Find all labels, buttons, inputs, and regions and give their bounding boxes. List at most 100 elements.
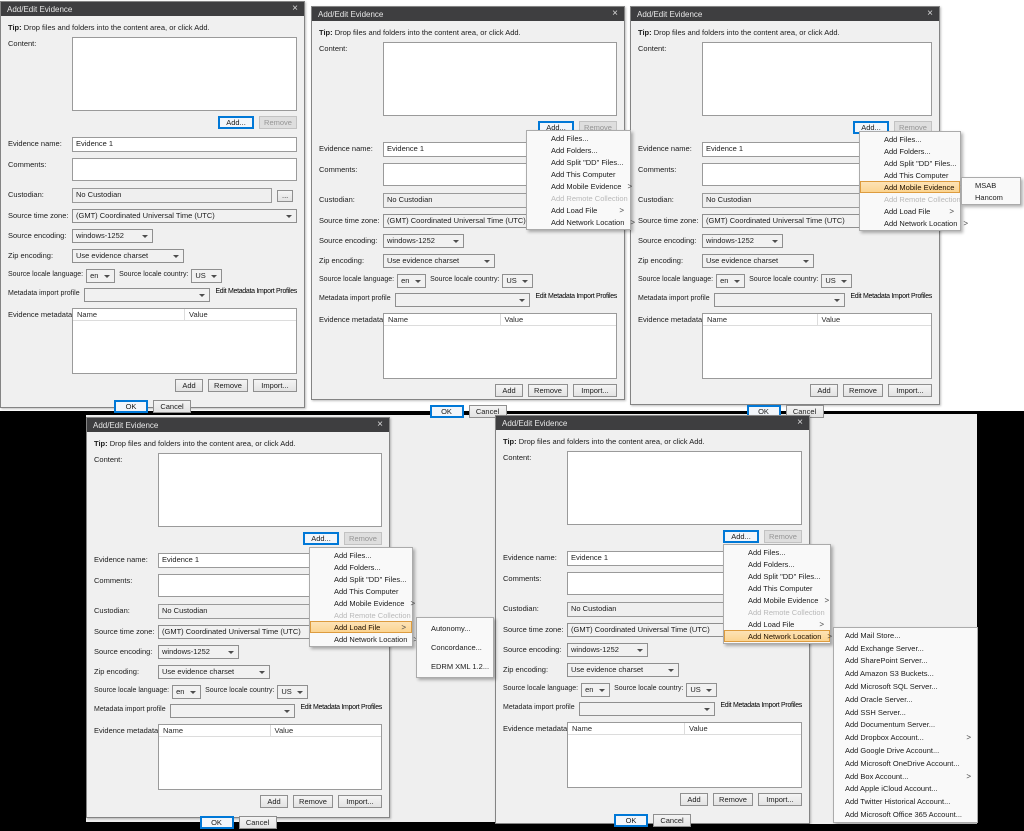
submenu-item-add-sharepoint-server[interactable]: Add SharePoint Server...	[834, 655, 977, 668]
ok-button[interactable]: OK	[200, 816, 234, 829]
content-drop-area[interactable]	[567, 451, 802, 525]
menu-item-add-files[interactable]: Add Files...	[860, 133, 960, 145]
source-locale-language-select[interactable]: en	[716, 274, 745, 288]
submenu-item-add-google-drive-account[interactable]: Add Google Drive Account...	[834, 744, 977, 757]
add-button[interactable]: Add...	[723, 530, 759, 543]
metadata-import-profile-select[interactable]	[170, 704, 296, 718]
metadata-add-button[interactable]: Add	[680, 793, 708, 806]
dialog-titlebar[interactable]: Add/Edit Evidence ×	[312, 7, 624, 21]
metadata-import-profile-select[interactable]	[714, 293, 846, 307]
menu-item-add-load-file[interactable]: Add Load File>	[724, 618, 830, 630]
custodian-browse-button[interactable]: ...	[277, 190, 293, 202]
close-icon[interactable]: ×	[292, 4, 298, 14]
menu-item-add-load-file[interactable]: Add Load File>	[310, 621, 412, 633]
evidence-metadata-table[interactable]: Name Value	[383, 313, 617, 379]
zip-encoding-select[interactable]: Use evidence charset	[72, 249, 184, 263]
submenu-item-add-microsoft-office-365-account[interactable]: Add Microsoft Office 365 Account...	[834, 808, 977, 821]
metadata-import-profile-select[interactable]	[395, 293, 531, 307]
metadata-import-profile-select[interactable]	[579, 702, 716, 716]
metadata-import-button[interactable]: Import...	[338, 795, 382, 808]
menu-item-add-split-dd-files[interactable]: Add Split "DD" Files...	[310, 573, 412, 585]
metadata-remove-button[interactable]: Remove	[713, 793, 753, 806]
zip-encoding-select[interactable]: Use evidence charset	[702, 254, 814, 268]
submenu-item-add-oracle-server[interactable]: Add Oracle Server...	[834, 693, 977, 706]
edit-metadata-import-profiles-link[interactable]: Edit Metadata Import Profiles	[215, 288, 297, 295]
close-icon[interactable]: ×	[612, 9, 618, 19]
add-button[interactable]: Add...	[303, 532, 339, 545]
source-encoding-select[interactable]: windows-1252	[702, 234, 783, 248]
close-icon[interactable]: ×	[377, 420, 383, 430]
source-locale-country-select[interactable]: US	[821, 274, 852, 288]
source-locale-language-select[interactable]: en	[581, 683, 610, 697]
metadata-remove-button[interactable]: Remove	[528, 384, 568, 397]
source-encoding-select[interactable]: windows-1252	[567, 643, 648, 657]
source-time-zone-select[interactable]: (GMT) Coordinated Universal Time (UTC)	[72, 209, 297, 223]
menu-item-add-this-computer[interactable]: Add This Computer	[860, 169, 960, 181]
menu-item-add-files[interactable]: Add Files...	[724, 546, 830, 558]
close-icon[interactable]: ×	[927, 9, 933, 19]
menu-item-add-mobile-evidence[interactable]: Add Mobile Evidence>	[724, 594, 830, 606]
edit-metadata-import-profiles-link[interactable]: Edit Metadata Import Profiles	[850, 293, 932, 300]
menu-item-add-this-computer[interactable]: Add This Computer	[724, 582, 830, 594]
add-button[interactable]: Add...	[218, 116, 254, 129]
menu-item-add-network-location[interactable]: Add Network Location>	[860, 217, 960, 229]
menu-item-add-load-file[interactable]: Add Load File>	[860, 205, 960, 217]
menu-item-add-folders[interactable]: Add Folders...	[724, 558, 830, 570]
ok-button[interactable]: OK	[114, 400, 148, 413]
menu-item-add-network-location[interactable]: Add Network Location>	[310, 633, 412, 645]
dialog-titlebar[interactable]: Add/Edit Evidence ×	[1, 2, 304, 16]
source-encoding-select[interactable]: windows-1252	[158, 645, 239, 659]
source-locale-country-select[interactable]: US	[191, 269, 222, 283]
menu-item-add-folders[interactable]: Add Folders...	[527, 144, 630, 156]
menu-item-add-network-location[interactable]: Add Network Location>	[724, 630, 830, 642]
content-drop-area[interactable]	[158, 453, 382, 527]
menu-item-add-folders[interactable]: Add Folders...	[860, 145, 960, 157]
metadata-remove-button[interactable]: Remove	[843, 384, 883, 397]
menu-item-add-network-location[interactable]: Add Network Location>	[527, 216, 630, 228]
edit-metadata-import-profiles-link[interactable]: Edit Metadata Import Profiles	[720, 702, 802, 709]
evidence-metadata-table[interactable]: Name Value	[702, 313, 932, 379]
submenu-item-add-microsoft-sql-server[interactable]: Add Microsoft SQL Server...	[834, 680, 977, 693]
source-locale-language-select[interactable]: en	[86, 269, 115, 283]
content-drop-area[interactable]	[72, 37, 297, 111]
source-encoding-select[interactable]: windows-1252	[72, 229, 153, 243]
metadata-import-button[interactable]: Import...	[253, 379, 297, 392]
metadata-add-button[interactable]: Add	[260, 795, 288, 808]
source-locale-language-select[interactable]: en	[397, 274, 426, 288]
menu-item-add-this-computer[interactable]: Add This Computer	[310, 585, 412, 597]
evidence-metadata-table[interactable]: Name Value	[567, 722, 802, 788]
menu-item-add-mobile-evidence[interactable]: Add Mobile Evidence>	[527, 180, 630, 192]
evidence-metadata-table[interactable]: Name Value	[158, 724, 382, 790]
dialog-titlebar[interactable]: Add/Edit Evidence ×	[496, 416, 809, 430]
content-drop-area[interactable]	[383, 42, 617, 116]
menu-item-add-files[interactable]: Add Files...	[310, 549, 412, 561]
menu-item-add-split-dd-files[interactable]: Add Split "DD" Files...	[724, 570, 830, 582]
menu-item-add-split-dd-files[interactable]: Add Split "DD" Files...	[860, 157, 960, 169]
metadata-add-button[interactable]: Add	[810, 384, 838, 397]
menu-item-add-mobile-evidence[interactable]: Add Mobile Evidence>	[310, 597, 412, 609]
submenu-item-add-mail-store[interactable]: Add Mail Store...	[834, 629, 977, 642]
submenu-item-msab[interactable]: MSAB	[962, 179, 1020, 191]
submenu-item-add-box-account[interactable]: Add Box Account...>	[834, 770, 977, 783]
metadata-import-button[interactable]: Import...	[888, 384, 932, 397]
metadata-add-button[interactable]: Add	[175, 379, 203, 392]
source-locale-country-select[interactable]: US	[686, 683, 717, 697]
submenu-item-concordance[interactable]: Concordance...	[417, 638, 493, 657]
submenu-item-add-twitter-historical-account[interactable]: Add Twitter Historical Account...	[834, 795, 977, 808]
menu-item-add-this-computer[interactable]: Add This Computer	[527, 168, 630, 180]
submenu-item-autonomy[interactable]: Autonomy...	[417, 619, 493, 638]
submenu-item-add-apple-icloud-account[interactable]: Add Apple iCloud Account...	[834, 783, 977, 796]
edit-metadata-import-profiles-link[interactable]: Edit Metadata Import Profiles	[535, 293, 617, 300]
ok-button[interactable]: OK	[430, 405, 464, 418]
close-icon[interactable]: ×	[797, 418, 803, 428]
menu-item-add-load-file[interactable]: Add Load File>	[527, 204, 630, 216]
submenu-item-edrm-xml-1-2[interactable]: EDRM XML 1.2...	[417, 657, 493, 676]
menu-item-add-split-dd-files[interactable]: Add Split "DD" Files...	[527, 156, 630, 168]
evidence-name-input[interactable]: Evidence 1	[72, 137, 297, 152]
metadata-import-profile-select[interactable]	[84, 288, 211, 302]
metadata-add-button[interactable]: Add	[495, 384, 523, 397]
source-locale-country-select[interactable]: US	[502, 274, 533, 288]
submenu-item-add-dropbox-account[interactable]: Add Dropbox Account...>	[834, 731, 977, 744]
menu-item-add-mobile-evidence[interactable]: Add Mobile Evidence>	[860, 181, 960, 193]
ok-button[interactable]: OK	[614, 814, 648, 827]
